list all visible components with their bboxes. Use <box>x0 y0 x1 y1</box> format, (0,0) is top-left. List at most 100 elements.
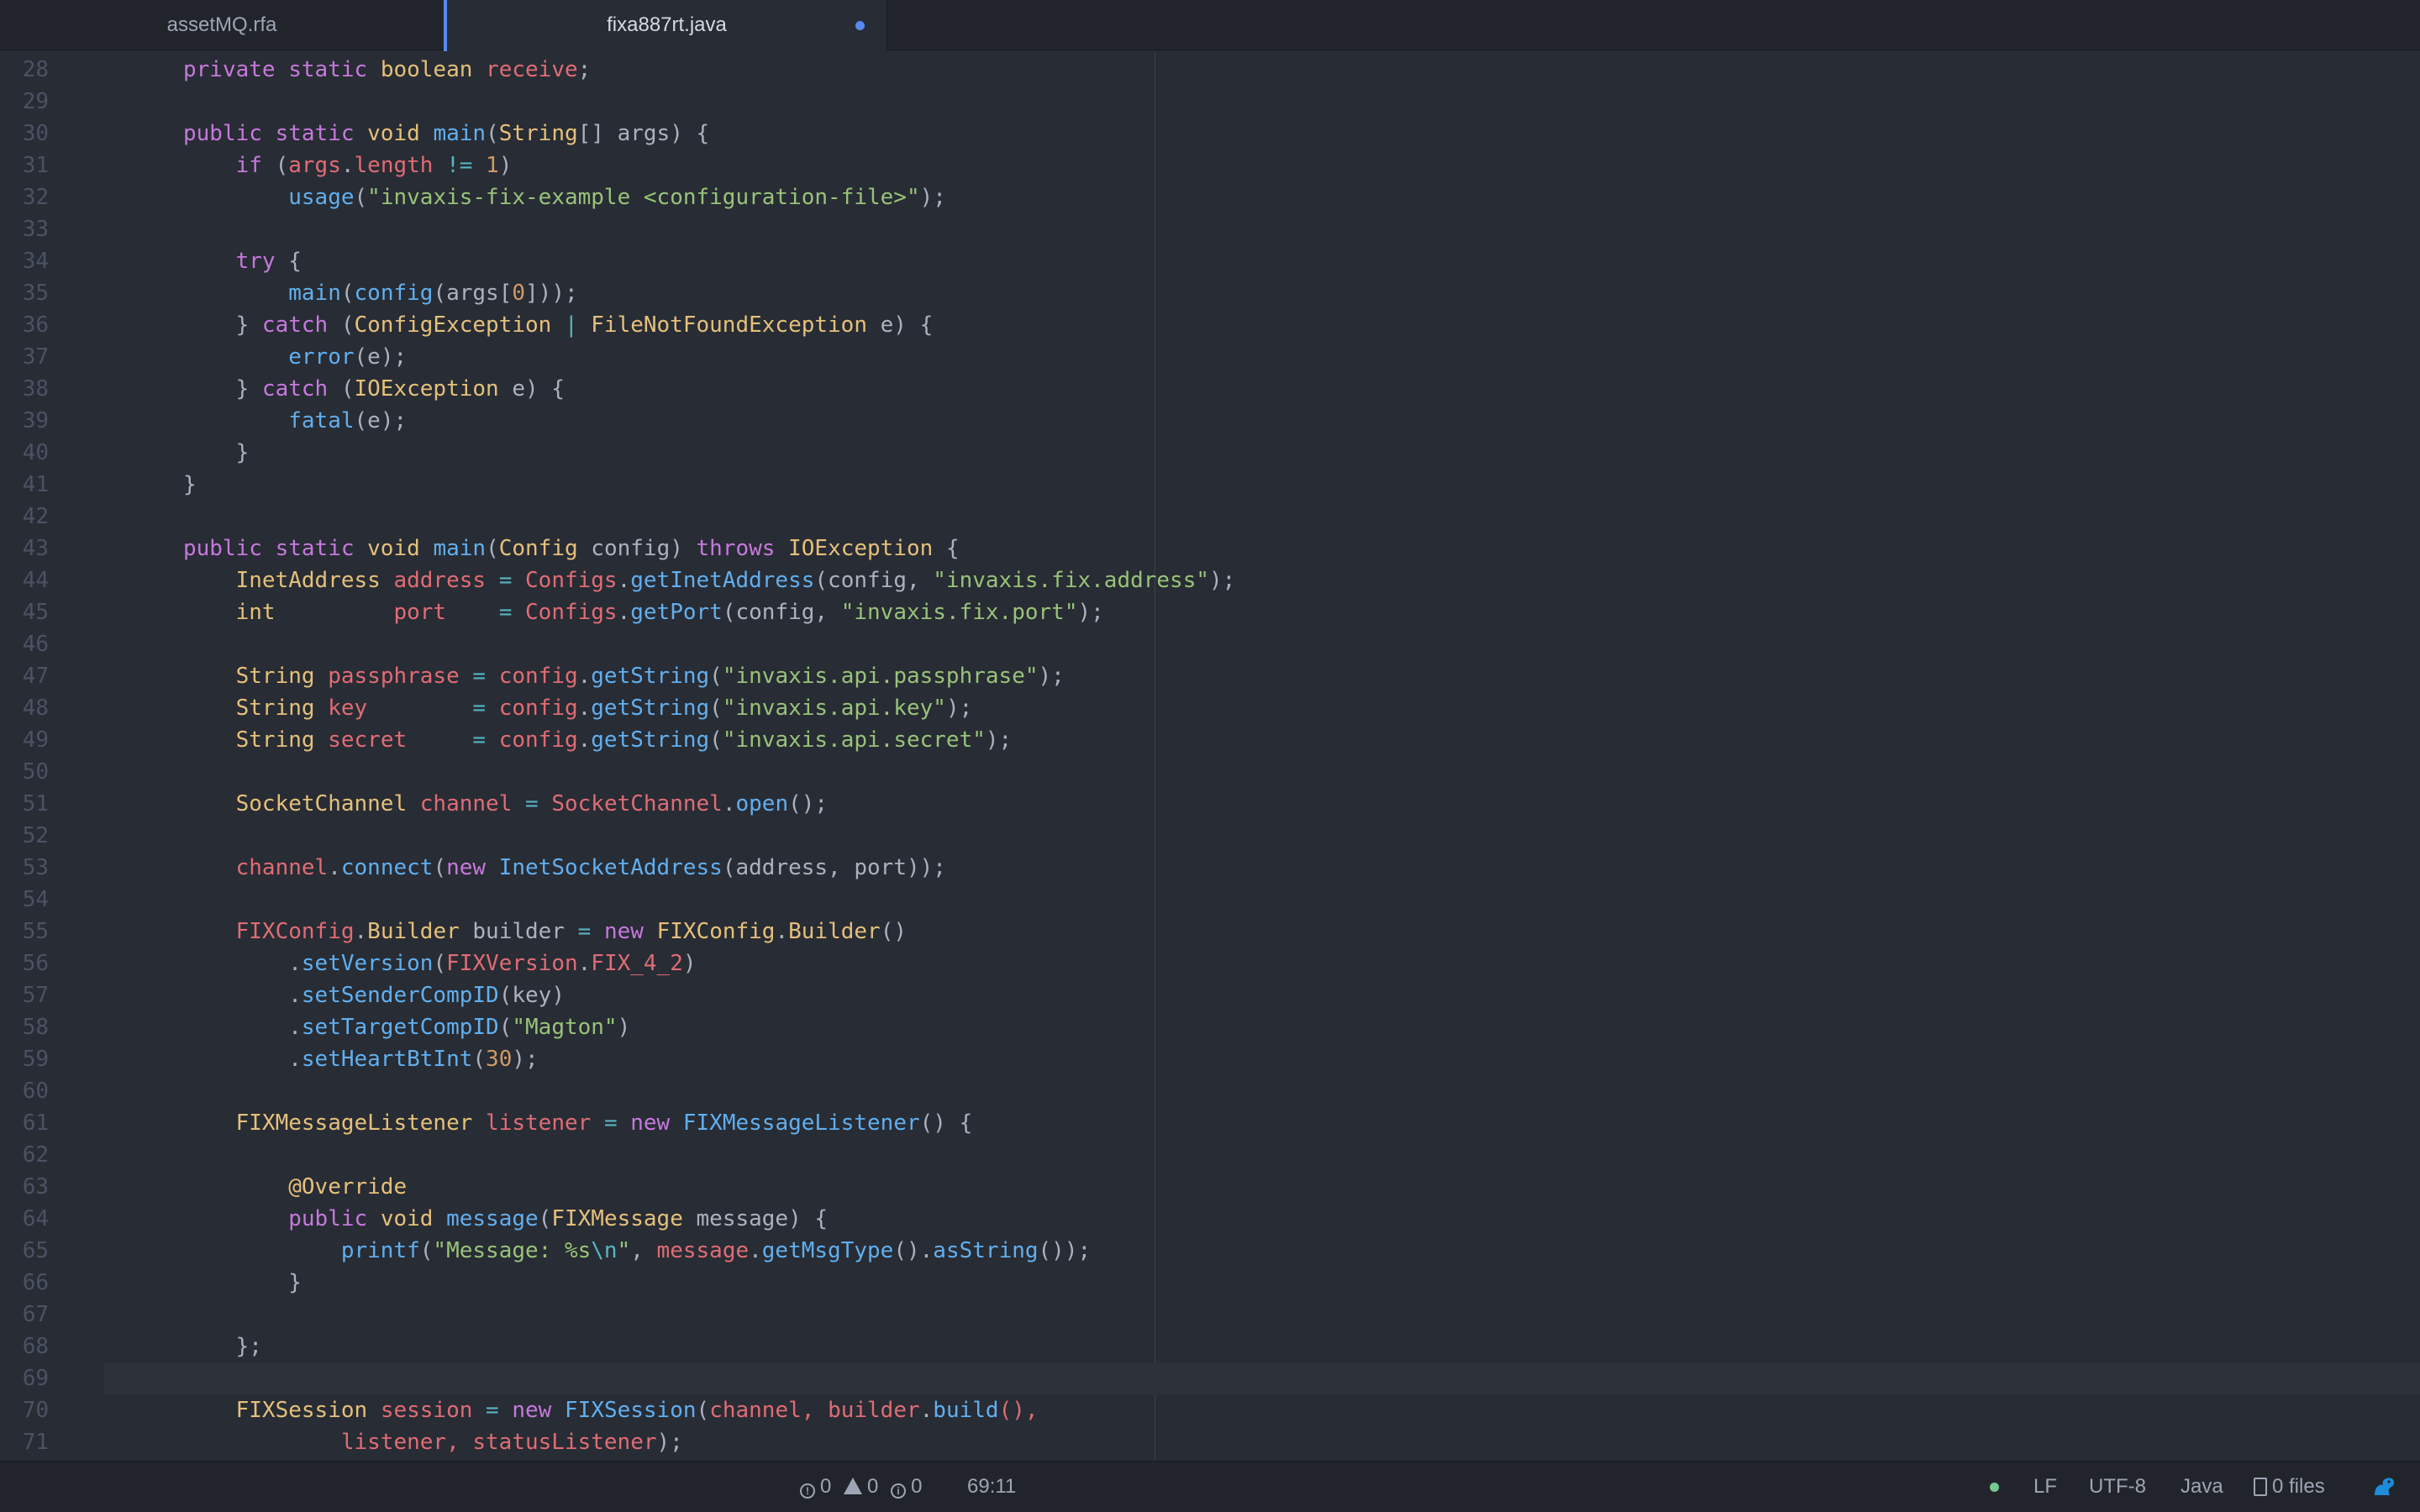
code-line[interactable]: 48 String key = config.getString("invaxi… <box>0 692 2420 724</box>
code-line[interactable]: 47 String passphrase = config.getString(… <box>0 660 2420 692</box>
code-token: (args[ <box>433 281 513 306</box>
code-line[interactable]: 29 <box>0 86 2420 118</box>
code-line[interactable]: 53 channel.connect(new InetSocketAddress… <box>0 852 2420 884</box>
code-line[interactable]: 56 .setVersion(FIXVersion.FIX_4_2) <box>0 948 2420 979</box>
encoding-selector[interactable]: UTF-8 <box>2089 1462 2146 1512</box>
code-token: secret <box>328 727 473 753</box>
code-line[interactable]: 36 } catch (ConfigException | FileNotFou… <box>0 309 2420 341</box>
line-number: 62 <box>22 1142 49 1168</box>
code-line[interactable]: 50 <box>0 756 2420 788</box>
tab-assetmq[interactable]: assetMQ.rfa <box>0 0 444 50</box>
code-text: String secret = config.getString("invaxi… <box>183 724 1013 756</box>
code-token: ()); <box>1038 1238 1092 1263</box>
code-line[interactable]: 55 FIXConfig.Builder builder = new FIXCo… <box>0 916 2420 948</box>
code-line[interactable]: 64 public void message(FIXMessage messag… <box>0 1203 2420 1235</box>
code-line[interactable]: 67 <box>0 1299 2420 1331</box>
code-line[interactable]: 42 <box>0 501 2420 533</box>
code-line[interactable]: 51 SocketChannel channel = SocketChannel… <box>0 788 2420 820</box>
code-token: fatal <box>288 408 355 433</box>
diagnostics-summary[interactable]: ! 0 0 i0 <box>800 1462 922 1512</box>
code-token: "invaxis.fix.port" <box>840 600 1078 625</box>
code-line[interactable]: 57 .setSenderCompID(key) <box>0 979 2420 1011</box>
code-token: new <box>603 919 657 944</box>
code-token: ); <box>945 696 973 721</box>
code-line[interactable]: 44 InetAddress address = Configs.getInet… <box>0 564 2420 596</box>
code-text: channel.connect(new InetSocketAddress(ad… <box>183 852 946 884</box>
code-line[interactable]: 41} <box>0 469 2420 501</box>
code-line[interactable]: 49 String secret = config.getString("inv… <box>0 724 2420 756</box>
code-line[interactable]: 28 private static boolean receive; <box>0 54 2420 86</box>
code-token: "invaxis-fix-example <configuration-file… <box>367 185 920 210</box>
code-line[interactable]: 69 <box>23 1362 2420 1394</box>
code-token: "invaxis.api.passphrase" <box>722 664 1039 689</box>
code-line[interactable]: 34 try { <box>0 245 2420 277</box>
code-token: private <box>183 57 289 82</box>
code-text: error(e); <box>183 341 407 373</box>
code-token: throws <box>696 536 789 561</box>
code-line[interactable]: 45 int port = Configs.getPort(config, "i… <box>0 596 2420 628</box>
line-number: 50 <box>22 759 49 785</box>
code-token: Builder <box>788 919 881 944</box>
code-line[interactable]: 68 }; <box>0 1331 2420 1362</box>
code-line[interactable]: 39 fatal(e); <box>0 405 2420 437</box>
code-line[interactable]: 32 usage("invaxis-fix-example <configura… <box>0 181 2420 213</box>
git-files-indicator[interactable]: 0 files <box>2254 1462 2325 1512</box>
code-line[interactable]: 71 listener, statusListener); <box>0 1426 2420 1458</box>
modified-indicator-icon[interactable] <box>855 21 865 30</box>
line-number: 44 <box>22 568 49 593</box>
code-line[interactable]: 52 <box>0 820 2420 852</box>
code-token: channel <box>419 791 526 816</box>
cursor-position[interactable]: 69:11 <box>967 1462 1016 1512</box>
code-line[interactable]: 63 @Override <box>0 1171 2420 1203</box>
code-text: FIXSession session = new FIXSession(chan… <box>183 1394 1039 1426</box>
code-token: ( <box>354 185 368 210</box>
code-line[interactable]: 35 main(config(args[0])); <box>0 277 2420 309</box>
code-line[interactable]: 30 public static void main(String[] args)… <box>0 118 2420 150</box>
code-line[interactable]: 38 } catch (IOException e) { <box>0 373 2420 405</box>
tab-fixa887rt[interactable]: fixa887rt.java <box>444 0 887 51</box>
code-token: asString <box>933 1238 1039 1263</box>
code-line[interactable]: 40 } <box>0 437 2420 469</box>
code-line[interactable]: 61 FIXMessageListener listener = new FIX… <box>0 1107 2420 1139</box>
line-ending-selector[interactable]: LF <box>2033 1462 2057 1512</box>
code-line[interactable]: 31 if (args.length != 1) <box>0 150 2420 181</box>
grammar-selector[interactable]: Java <box>2181 1462 2223 1512</box>
code-line[interactable]: 37 error(e); <box>0 341 2420 373</box>
squirrel-icon[interactable] <box>2371 1475 2396 1499</box>
code-token: ) <box>682 951 697 976</box>
code-token: . <box>577 696 592 721</box>
code-token: = <box>603 1110 631 1136</box>
code-token: setSenderCompID <box>301 983 499 1008</box>
code-line[interactable]: 46 <box>0 628 2420 660</box>
code-line[interactable]: 70 FIXSession session = new FIXSession(c… <box>0 1394 2420 1426</box>
code-token: Configs <box>525 600 618 625</box>
code-token: public <box>183 536 276 561</box>
code-line[interactable]: 33 <box>0 213 2420 245</box>
code-token: ); <box>512 1047 539 1072</box>
code-line[interactable]: 60 <box>0 1075 2420 1107</box>
code-line[interactable]: 62 <box>0 1139 2420 1171</box>
code-text: try { <box>183 245 302 277</box>
code-token: int <box>235 600 394 625</box>
code-editor[interactable]: 28 private static boolean receive; 29 30 pub… <box>0 52 2420 1460</box>
line-number: 59 <box>22 1047 49 1072</box>
code-token: catch <box>261 376 341 402</box>
code-line[interactable]: 54 <box>0 884 2420 916</box>
code-line[interactable]: 43 public static void main(Config config)… <box>0 533 2420 564</box>
code-token: | <box>564 312 592 338</box>
code-token: FIXSession <box>235 1398 381 1423</box>
code-line[interactable]: 59 .setHeartBtInt(30); <box>0 1043 2420 1075</box>
code-line[interactable]: 66 } <box>0 1267 2420 1299</box>
code-token: . <box>183 1047 302 1072</box>
code-line[interactable]: 58 .setTargetCompID("Magton") <box>0 1011 2420 1043</box>
code-token: = <box>472 727 499 753</box>
warning-icon <box>844 1478 863 1494</box>
code-line[interactable]: 65 printf("Message: %s\n", message.getMs… <box>0 1235 2420 1267</box>
code-text: String passphrase = config.getString("in… <box>183 660 1065 692</box>
code-token: ); <box>919 185 946 210</box>
code-token: () <box>880 919 908 944</box>
code-token: config) <box>591 536 697 561</box>
